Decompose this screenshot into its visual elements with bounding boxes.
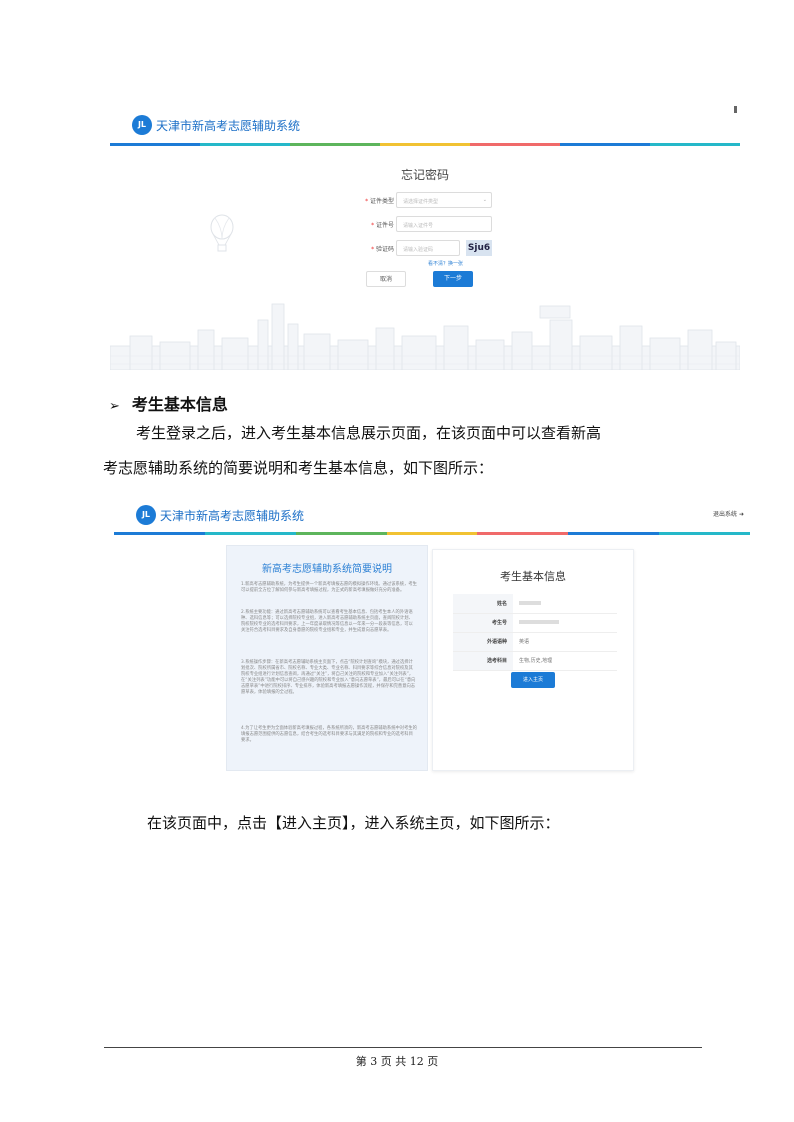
app-header: JL 天津市新高考志愿辅助系统 — [110, 100, 740, 144]
id-number-label: 证件号 — [375, 222, 394, 229]
logout-button[interactable]: 退出系统 ➜ — [713, 509, 744, 518]
arrow-bullet-icon: ➢ — [109, 399, 120, 414]
color-stripe-segment — [110, 143, 200, 146]
info-value-redacted — [513, 594, 617, 614]
color-stripe-segment — [380, 143, 470, 146]
cancel-button[interactable]: 取消 — [366, 271, 406, 287]
refresh-captcha-link[interactable]: 看不清？换一张 — [428, 260, 463, 267]
paragraph-line-1: 考生登录之后，进入考生基本信息展示页面，在该页面中可以查看新高 — [136, 424, 602, 442]
color-stripe-segment — [470, 143, 560, 146]
color-stripe-segment — [477, 532, 569, 535]
page-footer: 第 3 页 共 12 页 — [355, 1055, 439, 1068]
forgot-password-screenshot: JL 天津市新高考志愿辅助系统 忘记密码 * 证件类型 请选择证件类型 ⌄ * 证… — [110, 100, 740, 370]
intro-title: 新高考志愿辅助系统简要说明 — [262, 564, 392, 575]
info-label: 考生号 — [453, 613, 513, 633]
enter-homepage-button[interactable]: 进入主页 — [511, 672, 555, 688]
color-stripe-segment — [204, 532, 296, 535]
app-title: 天津市新高考志愿辅助系统 — [156, 119, 301, 133]
id-number-input[interactable]: 请输入证件号 — [396, 216, 492, 232]
captcha-input[interactable]: 请输入验证码 — [396, 240, 460, 256]
student-info-panel: 考生基本信息 姓名 考生号 外语语种 英语 选考科目 生物,历史,地理 进入主页 — [432, 549, 634, 771]
id-type-row: * 证件类型 请选择证件类型 ⌄ — [110, 192, 740, 210]
table-row: 考生号 — [453, 613, 617, 633]
id-type-select[interactable]: 请选择证件类型 ⌄ — [396, 192, 492, 208]
intro-paragraph: 1.新高考志愿辅助系统，为考生提供一个新高考填报志愿的模拟操作环境。通过该系统，… — [241, 582, 417, 593]
color-stripe — [114, 532, 750, 535]
chevron-down-icon: ⌄ — [482, 197, 487, 203]
table-row: 选考科目 生物,历史,地理 — [453, 651, 617, 671]
balloon-illustration — [210, 214, 234, 252]
color-stripe-segment — [295, 532, 387, 535]
captcha-row: * 验证码 请输入验证码 Sju6 — [110, 240, 740, 258]
intro-paragraph: 3.系统操作步骤：在新高考志愿辅助系统主页面下，点击“院校计划查询”模块，通过选… — [241, 660, 416, 695]
section-heading: ➢ 考生基本信息 — [109, 395, 228, 414]
form-title: 忘记密码 — [400, 168, 449, 182]
id-type-label: 证件类型 — [369, 198, 394, 205]
closing-paragraph: 在该页面中，点击【进入主页】，进入系统主页，如下图所示： — [147, 814, 560, 832]
color-stripe — [110, 143, 740, 146]
color-stripe-segment — [568, 532, 660, 535]
student-info-screenshot: JL 天津市新高考志愿辅助系统 退出系统 ➜ 新高考志愿辅助系统简要说明 1.新… — [114, 493, 750, 775]
color-stripe-segment — [386, 532, 478, 535]
info-table: 姓名 考生号 外语语种 英语 选考科目 生物,历史,地理 — [453, 594, 617, 671]
intro-paragraph: 4.为了让考生更为全面体验新高考填报过程，各系统所须的，新高考志愿辅助系统中对考… — [241, 726, 417, 743]
info-label: 姓名 — [453, 594, 513, 614]
table-row: 外语语种 英语 — [453, 632, 617, 652]
next-button[interactable]: 下一步 — [433, 271, 473, 287]
logout-icon: ➜ — [738, 511, 744, 518]
app-header: JL 天津市新高考志愿辅助系统 退出系统 ➜ — [114, 493, 750, 533]
captcha-label: 验证码 — [375, 246, 394, 253]
color-stripe-segment — [290, 143, 380, 146]
paragraph-line-2: 考志愿辅助系统的简要说明和考生基本信息，如下图所示： — [103, 459, 494, 477]
app-logo: JL — [132, 115, 152, 135]
intro-paragraph: 2.系统主要功能：通过新高考志愿辅助系统可以查看考生基本信息、包括考生本人的外语… — [241, 610, 413, 633]
app-logo: JL — [136, 505, 156, 525]
color-stripe-segment — [659, 532, 750, 535]
info-value-redacted — [513, 613, 617, 633]
info-value: 生物,历史,地理 — [513, 651, 617, 671]
captcha-image[interactable]: Sju6 — [466, 240, 492, 256]
footer-rule — [104, 1047, 702, 1048]
system-intro-panel: 新高考志愿辅助系统简要说明 1.新高考志愿辅助系统，为考生提供一个新高考填报志愿… — [226, 545, 428, 771]
city-skyline-illustration — [110, 303, 740, 370]
info-value: 英语 — [513, 632, 617, 652]
info-label: 选考科目 — [453, 651, 513, 671]
corner-icon — [734, 106, 737, 113]
color-stripe-segment — [650, 143, 740, 146]
app-title: 天津市新高考志愿辅助系统 — [160, 509, 305, 523]
color-stripe-segment — [114, 532, 205, 535]
info-title: 考生基本信息 — [500, 570, 566, 583]
table-row: 姓名 — [453, 594, 617, 614]
color-stripe-segment — [560, 143, 650, 146]
info-label: 外语语种 — [453, 632, 513, 652]
id-number-row: * 证件号 请输入证件号 — [110, 216, 740, 234]
color-stripe-segment — [200, 143, 290, 146]
